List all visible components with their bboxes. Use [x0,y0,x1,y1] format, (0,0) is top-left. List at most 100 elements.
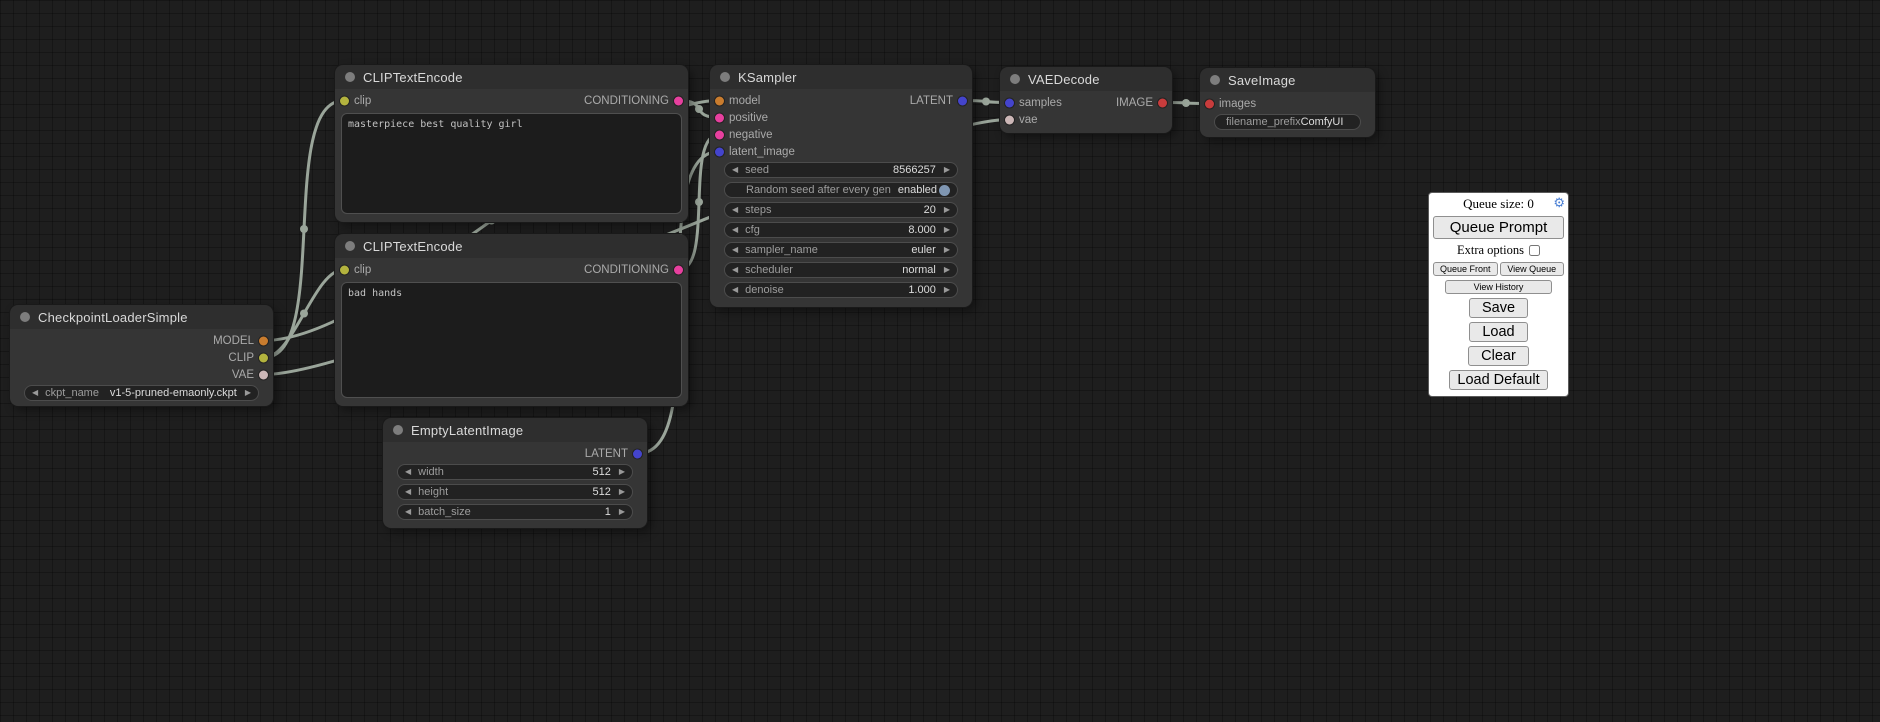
input-label: model [729,95,760,107]
steps-number-widget[interactable]: ◀ steps 20 ▶ [724,202,958,218]
decrement-arrow-icon[interactable]: ◀ [32,389,38,397]
decrement-arrow-icon[interactable]: ◀ [732,246,738,254]
save-button[interactable]: Save [1469,298,1528,318]
queue-front-button[interactable]: Queue Front [1433,262,1498,276]
node-title-bar[interactable]: KSampler [710,65,972,89]
widget-label: denoise [745,284,784,296]
increment-arrow-icon[interactable]: ▶ [944,266,950,274]
node-checkpoint-loader-simple: CheckpointLoaderSimple MODEL CLIP VAE ◀ … [10,305,273,406]
increment-arrow-icon[interactable]: ▶ [944,286,950,294]
denoise-number-widget[interactable]: ◀ denoise 1.000 ▶ [724,282,958,298]
decrement-arrow-icon[interactable]: ◀ [732,286,738,294]
widget-value: enabled [898,184,937,196]
input-slot-images[interactable] [1205,99,1214,108]
seed-number-widget[interactable]: ◀ seed 8566257 ▶ [724,162,958,178]
extra-options-label: Extra options [1457,243,1524,258]
sampler-name-combo-widget[interactable]: ◀ sampler_name euler ▶ [724,242,958,258]
input-slot-positive[interactable] [715,113,724,122]
node-title: KSampler [738,70,797,85]
widget-label: Random seed after every gen [746,184,891,196]
input-slot-vae[interactable] [1005,115,1014,124]
increment-arrow-icon[interactable]: ▶ [619,508,625,516]
decrement-arrow-icon[interactable]: ◀ [732,206,738,214]
node-collapse-dot-icon[interactable] [20,312,30,322]
view-history-button[interactable]: View History [1445,280,1552,294]
node-title-bar[interactable]: CLIPTextEncode [335,234,688,258]
width-number-widget[interactable]: ◀ width 512 ▶ [397,464,633,480]
height-number-widget[interactable]: ◀ height 512 ▶ [397,484,633,500]
node-title: EmptyLatentImage [411,423,523,438]
node-title-bar[interactable]: SaveImage [1200,68,1375,92]
node-title: CLIPTextEncode [363,70,463,85]
increment-arrow-icon[interactable]: ▶ [245,389,251,397]
output-slot-conditioning[interactable] [674,265,683,274]
node-collapse-dot-icon[interactable] [720,72,730,82]
ckpt-name-combo-widget[interactable]: ◀ ckpt_name v1-5-pruned-emaonly.ckpt ▶ [24,385,259,401]
input-slot-negative[interactable] [715,130,724,139]
widget-value: euler [911,244,935,256]
widget-label: scheduler [745,264,793,276]
increment-arrow-icon[interactable]: ▶ [944,226,950,234]
output-label: IMAGE [1116,97,1153,109]
graph-canvas[interactable]: CheckpointLoaderSimple MODEL CLIP VAE ◀ … [0,0,1880,722]
node-title-bar[interactable]: CLIPTextEncode [335,65,688,89]
input-slot-clip[interactable] [340,265,349,274]
output-row-clip: CLIP [10,349,273,366]
output-label: VAE [232,369,254,381]
decrement-arrow-icon[interactable]: ◀ [732,226,738,234]
view-queue-button[interactable]: View Queue [1500,262,1565,276]
output-slot-model[interactable] [259,336,268,345]
node-collapse-dot-icon[interactable] [345,72,355,82]
input-slot-samples[interactable] [1005,98,1014,107]
input-row-positive: positive [710,109,972,126]
increment-arrow-icon[interactable]: ▶ [944,166,950,174]
toggle-on-icon[interactable] [939,185,950,196]
node-title-bar[interactable]: CheckpointLoaderSimple [10,305,273,329]
output-slot-latent[interactable] [958,96,967,105]
output-slot-clip[interactable] [259,353,268,362]
scheduler-combo-widget[interactable]: ◀ scheduler normal ▶ [724,262,958,278]
node-collapse-dot-icon[interactable] [345,241,355,251]
node-title-bar[interactable]: VAEDecode [1000,67,1172,91]
prompt-text-input[interactable]: bad hands [341,282,682,398]
node-body: LATENT ◀ width 512 ▶ ◀ height 512 ▶ ◀ ba… [383,442,647,528]
batch-size-number-widget[interactable]: ◀ batch_size 1 ▶ [397,504,633,520]
filename-prefix-text-widget[interactable]: filename_prefix ComfyUI [1214,114,1361,130]
widget-value: 1 [605,506,611,518]
cfg-number-widget[interactable]: ◀ cfg 8.000 ▶ [724,222,958,238]
increment-arrow-icon[interactable]: ▶ [944,206,950,214]
input-label: clip [354,264,371,276]
increment-arrow-icon[interactable]: ▶ [619,468,625,476]
decrement-arrow-icon[interactable]: ◀ [732,266,738,274]
load-button[interactable]: Load [1469,322,1527,342]
node-title-bar[interactable]: EmptyLatentImage [383,418,647,442]
decrement-arrow-icon[interactable]: ◀ [732,166,738,174]
prompt-text-input[interactable]: masterpiece best quality girl [341,113,682,214]
load-default-button[interactable]: Load Default [1449,370,1547,390]
node-body: model LATENT positive negative latent_im… [710,89,972,307]
node-collapse-dot-icon[interactable] [1010,74,1020,84]
settings-gear-icon[interactable]: ⚙ [1553,196,1565,210]
increment-arrow-icon[interactable]: ▶ [619,488,625,496]
node-vae-decode: VAEDecode samples IMAGE vae [1000,67,1172,133]
node-title: CLIPTextEncode [363,239,463,254]
input-slot-latent-image[interactable] [715,147,724,156]
node-clip-text-encode-positive: CLIPTextEncode clip CONDITIONING masterp… [335,65,688,222]
queue-prompt-button[interactable]: Queue Prompt [1433,216,1564,239]
random-seed-toggle-widget[interactable]: Random seed after every gen enabled [724,182,958,198]
clear-button[interactable]: Clear [1468,346,1529,366]
decrement-arrow-icon[interactable]: ◀ [405,488,411,496]
output-slot-conditioning[interactable] [674,96,683,105]
output-slot-latent[interactable] [633,449,642,458]
increment-arrow-icon[interactable]: ▶ [944,246,950,254]
decrement-arrow-icon[interactable]: ◀ [405,508,411,516]
input-slot-model[interactable] [715,96,724,105]
decrement-arrow-icon[interactable]: ◀ [405,468,411,476]
input-slot-clip[interactable] [340,96,349,105]
node-collapse-dot-icon[interactable] [393,425,403,435]
extra-options-checkbox[interactable] [1529,245,1540,256]
node-collapse-dot-icon[interactable] [1210,75,1220,85]
output-slot-image[interactable] [1158,98,1167,107]
input-label: images [1219,98,1256,110]
output-slot-vae[interactable] [259,370,268,379]
